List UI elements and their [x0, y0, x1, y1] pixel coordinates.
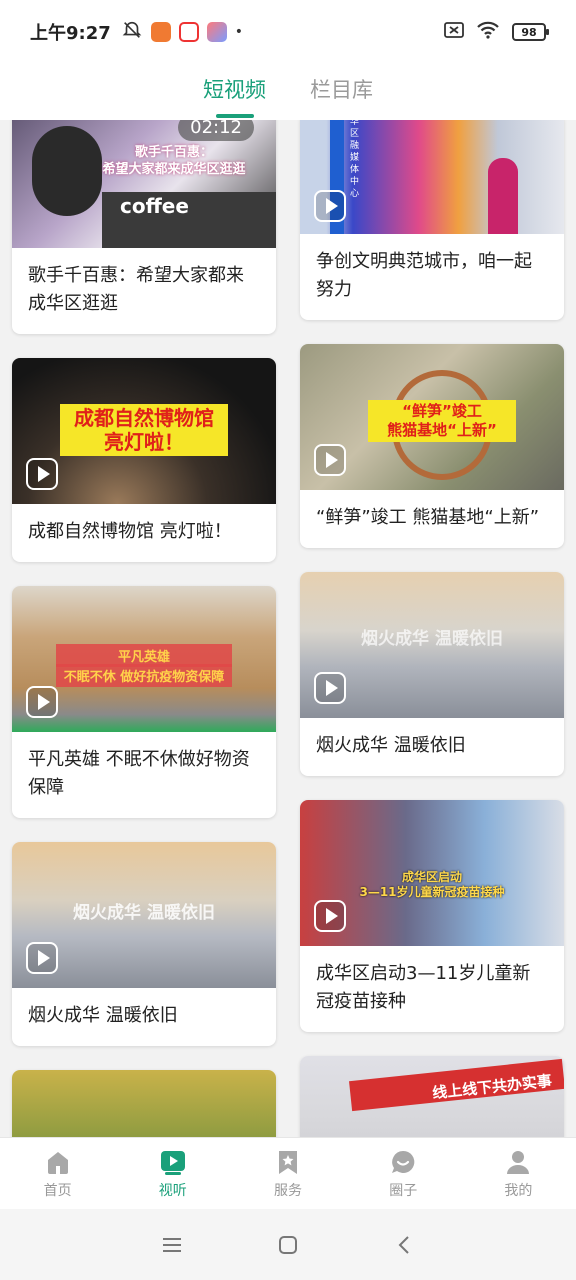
video-duration: 02:12 [178, 120, 254, 141]
thumbnail-caption-secondary: 不眠不休 做好抗疫物资保障 [56, 664, 232, 687]
video-title: 成华区启动3—11岁儿童新冠疫苗接种 [316, 963, 531, 1012]
thumbnail-caption: 成华区启动 3—11岁儿童新冠疫苗接种 [359, 870, 505, 899]
video-feed[interactable]: 歌手千百惠： 希望大家都来成华区逛逛 coffee 02:12 歌手千百惠：希望… [0, 120, 576, 1137]
status-time: 上午9:27 [30, 23, 111, 44]
video-card[interactable]: 成都自然博物馆 亮灯啦！ 成都自然博物馆 亮灯啦！ [12, 358, 276, 562]
nav-item-service[interactable]: 服务 [230, 1138, 345, 1209]
video-thumbnail: 歌手千百惠： 希望大家都来成华区逛逛 coffee 02:12 [12, 120, 276, 248]
play-icon [26, 942, 58, 974]
video-title: 烟火成华 温暖依旧 [316, 735, 466, 756]
video-card[interactable] [12, 1070, 276, 1137]
status-bar: 上午9:27 • 98 [0, 0, 576, 64]
video-thumbnail: 平凡英雄 不眠不休 做好抗疫物资保障 [12, 586, 276, 732]
video-icon [159, 1148, 187, 1176]
bottom-nav: 首页 视听 服务 圈子 我的 [0, 1137, 576, 1209]
thumbnail-caption: “鲜笋”竣工 熊猫基地“上新” [368, 400, 516, 442]
thumbnail-caption: 华区融媒体中心 [350, 120, 360, 199]
video-thumbnail: 烟火成华 温暖依旧 [12, 842, 276, 988]
video-thumbnail: 烟火成华 温暖依旧 [300, 572, 564, 718]
nav-label: 圈子 [389, 1183, 418, 1199]
back-icon[interactable] [392, 1233, 416, 1257]
video-card[interactable]: 歌手千百惠： 希望大家都来成华区逛逛 coffee 02:12 歌手千百惠：希望… [12, 120, 276, 334]
game-app-icon [206, 22, 227, 42]
chat-bubble-icon [389, 1148, 417, 1176]
anchor-figure [488, 158, 518, 234]
video-title: 争创文明典范城市，咱一起努力 [316, 251, 532, 300]
user-icon [504, 1148, 532, 1176]
video-card[interactable]: 烟火成华 温暖依旧 烟火成华 温暖依旧 [300, 572, 564, 776]
play-icon [314, 444, 346, 476]
video-card[interactable]: 线上线下共办实事 [300, 1056, 564, 1137]
bookmark-star-icon [274, 1148, 302, 1176]
video-card[interactable]: 平凡英雄 不眠不休 做好抗疫物资保障 平凡英雄 不眠不休做好物资保障 [12, 586, 276, 818]
tab-short-video[interactable]: 短视频 [203, 64, 266, 120]
home-icon [44, 1148, 72, 1176]
nav-item-circle[interactable]: 圈子 [346, 1138, 461, 1209]
status-notification-icons: • [121, 19, 243, 45]
thumbnail-caption: 成都自然博物馆 亮灯啦！ [60, 404, 228, 456]
system-nav-bar [0, 1209, 576, 1280]
nav-label: 视听 [158, 1183, 187, 1199]
video-card[interactable]: 成华区启动 3—11岁儿童新冠疫苗接种 成华区启动3—11岁儿童新冠疫苗接种 [300, 800, 564, 1032]
alarm-off-icon [121, 19, 143, 45]
video-title: 成都自然博物馆 亮灯啦！ [28, 521, 232, 542]
home-square-icon[interactable] [276, 1233, 300, 1257]
thumbnail-caption: 烟火成华 温暖依旧 [361, 629, 503, 649]
thumbnail-caption: 烟火成华 温暖依旧 [73, 903, 215, 923]
feed-column-left: 歌手千百惠： 希望大家都来成华区逛逛 coffee 02:12 歌手千百惠：希望… [12, 120, 276, 1137]
video-thumbnail [12, 1070, 276, 1137]
play-icon [26, 458, 58, 490]
video-title: “鲜笋”竣工 熊猫基地“上新” [316, 507, 540, 528]
feed-column-right: 华区融媒体中心 争创文明典范城市，咱一起努力 “鲜笋”竣工 熊猫基地“上新” “… [300, 120, 564, 1137]
battery-icon: 98 [512, 23, 549, 41]
nav-label: 我的 [504, 1183, 533, 1199]
more-dot-icon: • [234, 24, 244, 40]
top-tabs: 短视频 栏目库 [0, 64, 576, 120]
storefront-sign: coffee [120, 194, 189, 218]
nav-label: 服务 [274, 1183, 302, 1199]
video-card[interactable]: “鲜笋”竣工 熊猫基地“上新” “鲜笋”竣工 熊猫基地“上新” [300, 344, 564, 548]
video-thumbnail: 成华区启动 3—11岁儿童新冠疫苗接种 [300, 800, 564, 946]
news-app-icon [178, 22, 199, 42]
video-thumbnail: 线上线下共办实事 [300, 1056, 564, 1137]
play-icon [314, 190, 346, 222]
app-notification-icon [150, 22, 171, 42]
nav-item-profile[interactable]: 我的 [461, 1138, 576, 1209]
play-icon [314, 900, 346, 932]
video-thumbnail: 华区融媒体中心 [300, 120, 564, 234]
tab-column-library[interactable]: 栏目库 [310, 64, 373, 120]
video-thumbnail: 成都自然博物馆 亮灯啦！ [12, 358, 276, 504]
play-icon [26, 686, 58, 718]
wifi-icon [476, 20, 500, 44]
menu-icon[interactable] [160, 1233, 184, 1257]
video-thumbnail: “鲜笋”竣工 熊猫基地“上新” [300, 344, 564, 490]
video-title: 歌手千百惠：希望大家都来成华区逛逛 [28, 265, 244, 314]
play-icon [314, 672, 346, 704]
nav-item-home[interactable]: 首页 [0, 1138, 115, 1209]
nav-item-video[interactable]: 视听 [115, 1138, 230, 1209]
video-card[interactable]: 华区融媒体中心 争创文明典范城市，咱一起努力 [300, 120, 564, 320]
video-title: 平凡英雄 不眠不休做好物资保障 [28, 749, 250, 798]
sim-off-icon [444, 21, 464, 43]
video-title: 烟火成华 温暖依旧 [28, 1005, 178, 1026]
video-card[interactable]: 烟火成华 温暖依旧 烟火成华 温暖依旧 [12, 842, 276, 1046]
nav-label: 首页 [43, 1183, 72, 1199]
thumbnail-caption: 歌手千百惠： 希望大家都来成华区逛逛 [102, 145, 246, 177]
